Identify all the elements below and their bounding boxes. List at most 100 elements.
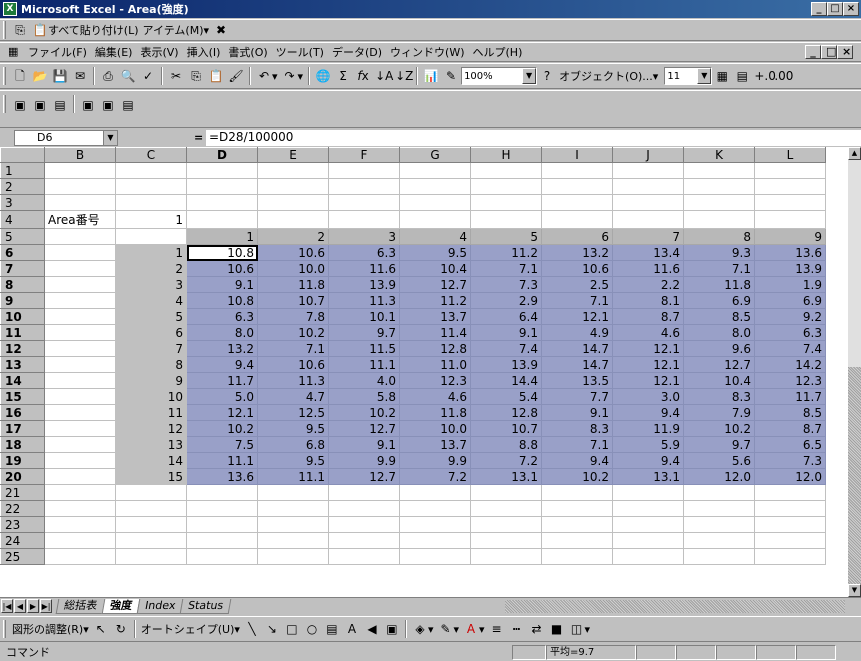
line-icon[interactable]: ╲ — [242, 619, 262, 639]
cell[interactable] — [541, 500, 613, 517]
data-cell[interactable]: 2.2 — [612, 276, 684, 293]
row-header[interactable]: 1 — [0, 162, 45, 179]
column-index-cell[interactable]: 6 — [541, 228, 613, 245]
copy-format-icon[interactable]: ▣ — [78, 95, 98, 115]
data-cell[interactable]: 10.2 — [683, 420, 755, 437]
3d-icon[interactable]: ◫ ▾ — [567, 619, 593, 639]
cell[interactable] — [470, 484, 542, 501]
data-cell[interactable]: 9.1 — [328, 436, 400, 453]
cell[interactable] — [186, 210, 258, 229]
data-cell[interactable]: 13.1 — [470, 468, 542, 485]
clear-clipboard-icon[interactable]: ✖ — [211, 20, 231, 40]
drawing-icon[interactable]: ✎ — [441, 66, 461, 86]
worksheet-grid[interactable]: BCDEFGHIJKL 1 2 3 4 Area番号 1 5 1 2 3 4 5 6 7 8 9 6 1 10.8 1… — [0, 147, 848, 597]
prev-sheet-icon[interactable]: ◀ — [14, 599, 26, 613]
row-header[interactable]: 9 — [0, 292, 45, 309]
cell[interactable] — [399, 210, 471, 229]
data-cell[interactable]: 10.2 — [186, 420, 258, 437]
data-cell[interactable]: 6.4 — [470, 308, 542, 325]
cell[interactable] — [470, 516, 542, 533]
column-header-F[interactable]: F — [328, 147, 400, 163]
oval-icon[interactable]: ○ — [302, 619, 322, 639]
data-cell[interactable]: 10.8 — [186, 292, 258, 309]
cell[interactable] — [257, 548, 329, 565]
undo-icon[interactable]: ↶ ▾ — [254, 66, 280, 86]
cell[interactable] — [186, 162, 258, 179]
redo-icon[interactable]: ↷ ▾ — [280, 66, 306, 86]
data-cell[interactable]: 12.1 — [612, 356, 684, 373]
print-preview-icon[interactable]: 🔍 — [118, 66, 138, 86]
cell[interactable] — [115, 194, 187, 211]
data-cell[interactable]: 13.2 — [186, 340, 258, 357]
column-header-D[interactable]: D — [186, 147, 258, 163]
spelling-icon[interactable]: ✓ — [138, 66, 158, 86]
name-box[interactable]: D6 ▼ — [14, 130, 118, 146]
paste-all-button[interactable]: 📋 すべて貼り付け(L) — [30, 20, 141, 40]
cell[interactable] — [44, 532, 116, 549]
autoshape-button[interactable]: オートシェイプ(U) ▾ — [139, 619, 242, 639]
column-index-cell[interactable]: 8 — [683, 228, 755, 245]
cell[interactable] — [257, 178, 329, 195]
data-cell[interactable]: 10.4 — [683, 372, 755, 389]
menu-edit[interactable]: 編集(E) — [91, 44, 137, 60]
hyperlink-icon[interactable]: 🌐 — [313, 66, 333, 86]
cell[interactable] — [612, 178, 684, 195]
menu-file[interactable]: ファイル(F) — [24, 44, 91, 60]
print-icon[interactable]: ⎙ — [98, 66, 118, 86]
data-cell[interactable]: 9.4 — [612, 404, 684, 421]
cell[interactable] — [186, 500, 258, 517]
cell[interactable] — [44, 308, 116, 325]
row-header[interactable]: 24 — [0, 532, 45, 549]
data-cell[interactable]: 11.1 — [257, 468, 329, 485]
data-cell[interactable]: 11.7 — [186, 372, 258, 389]
row-index-cell[interactable]: 1 — [115, 244, 187, 261]
object-button[interactable]: オブジェクト(O)... ▾ — [557, 66, 660, 86]
data-cell[interactable]: 11.3 — [257, 372, 329, 389]
cell[interactable] — [257, 500, 329, 517]
data-cell[interactable]: 10.7 — [257, 292, 329, 309]
data-cell[interactable]: 11.2 — [399, 292, 471, 309]
menu-format[interactable]: 書式(O) — [224, 44, 271, 60]
row-header[interactable]: 12 — [0, 340, 45, 357]
cell[interactable] — [328, 500, 400, 517]
last-sheet-icon[interactable]: ▶| — [40, 599, 52, 613]
data-cell[interactable]: 6.3 — [754, 324, 826, 341]
row-index-cell[interactable]: 8 — [115, 356, 187, 373]
data-cell[interactable]: 4.7 — [257, 388, 329, 405]
first-sheet-icon[interactable]: |◀ — [1, 599, 13, 613]
data-cell[interactable]: 12.7 — [328, 420, 400, 437]
zoom-select[interactable]: 100% ▼ — [461, 67, 538, 85]
data-cell[interactable]: 6.3 — [186, 308, 258, 325]
cell[interactable] — [44, 548, 116, 565]
draw-adjust-button[interactable]: 図形の調整(R) ▾ — [10, 619, 91, 639]
row-index-cell[interactable]: 7 — [115, 340, 187, 357]
menu-tools[interactable]: ツール(T) — [272, 44, 328, 60]
row-index-cell[interactable]: 9 — [115, 372, 187, 389]
cell[interactable] — [399, 516, 471, 533]
cell[interactable] — [754, 162, 826, 179]
cell[interactable] — [44, 178, 116, 195]
data-cell[interactable]: 13.6 — [754, 244, 826, 261]
data-cell[interactable]: 6.9 — [683, 292, 755, 309]
data-cell[interactable]: 10.4 — [399, 260, 471, 277]
cell[interactable] — [612, 194, 684, 211]
data-cell[interactable]: 9.3 — [683, 244, 755, 261]
cell[interactable] — [328, 516, 400, 533]
column-header-G[interactable]: G — [399, 147, 471, 163]
data-cell[interactable]: 7.1 — [541, 436, 613, 453]
cell[interactable] — [328, 484, 400, 501]
data-cell[interactable]: 14.4 — [470, 372, 542, 389]
data-cell[interactable]: 5.6 — [683, 452, 755, 469]
increase-decimal-icon[interactable]: +.0 — [752, 66, 776, 86]
data-cell[interactable]: 5.9 — [612, 436, 684, 453]
font-size-select[interactable]: 11 ▼ — [664, 67, 713, 85]
data-cell[interactable]: 7.2 — [470, 452, 542, 469]
data-cell[interactable]: 4.6 — [612, 324, 684, 341]
menu-data[interactable]: データ(D) — [328, 44, 386, 60]
cell[interactable] — [612, 516, 684, 533]
data-cell[interactable]: 9.6 — [683, 340, 755, 357]
row-header[interactable]: 10 — [0, 308, 45, 325]
column-header-L[interactable]: L — [754, 147, 826, 163]
data-cell[interactable]: 10.0 — [399, 420, 471, 437]
function-icon[interactable]: fx — [353, 66, 373, 86]
